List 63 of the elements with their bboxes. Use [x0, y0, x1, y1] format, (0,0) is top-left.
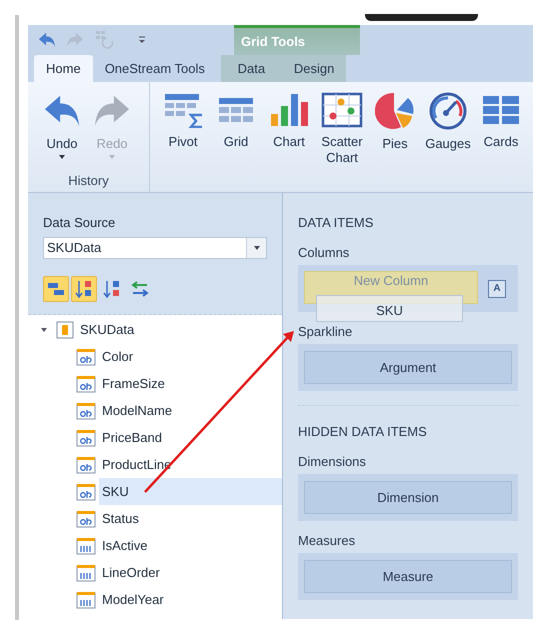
text-field-icon: [76, 374, 96, 392]
tree-item[interactable]: FrameSize: [99, 370, 282, 397]
ribbon-button[interactable]: Chart: [264, 92, 314, 166]
data-item-slot[interactable]: Dimension: [304, 481, 512, 514]
scatter-chart-icon: [321, 92, 363, 128]
text-field-icon: [76, 456, 96, 474]
gauge-icon: [428, 92, 468, 130]
tree-item[interactable]: LineOrder: [99, 559, 282, 586]
text-field-icon: [76, 482, 96, 500]
data-source-dropdown[interactable]: SKUData: [43, 236, 267, 258]
toolbar-toggle[interactable]: [71, 276, 97, 302]
text-field-icon: [76, 428, 96, 446]
dropdown-icon[interactable]: [138, 35, 146, 45]
undo-icon[interactable]: [38, 31, 56, 49]
number-field-icon: [76, 564, 96, 582]
drag-ghost: SKU: [316, 295, 463, 322]
text-field-icon: [76, 510, 96, 528]
ribbon-tab[interactable]: Design: [282, 55, 346, 82]
field-label: Data Source: [43, 214, 116, 232]
number-field-icon: [76, 590, 96, 608]
tree-item[interactable]: IsActive: [99, 532, 282, 559]
tree-item[interactable]: Color: [99, 343, 282, 370]
tree-item[interactable]: ModelName: [99, 397, 282, 424]
ribbon-button[interactable]: Undo: [40, 92, 84, 160]
group-label: History: [67, 172, 110, 190]
ribbon-button[interactable]: Pies: [370, 92, 420, 166]
tree-item[interactable]: ModelYear: [99, 586, 282, 613]
ribbon-button[interactable]: Gauges: [423, 92, 473, 166]
dropdown-icon: [254, 246, 260, 250]
group-label: Sparkline: [298, 323, 352, 340]
text-field-icon: [76, 348, 96, 366]
data-item-slot[interactable]: Measure: [304, 560, 512, 593]
sort-ascending-icon: [74, 278, 94, 298]
ribbon-button[interactable]: Grid: [211, 92, 261, 166]
ribbon-tab[interactable]: OneStream Tools: [92, 55, 217, 82]
bar-chart-icon: [269, 92, 309, 128]
expand-icon[interactable]: [40, 326, 48, 334]
swap-icon: [130, 278, 150, 298]
tree-item[interactable]: PriceBand: [99, 424, 282, 451]
group-label: Columns: [298, 244, 350, 261]
number-field-icon: [76, 536, 96, 554]
ribbon-button[interactable]: Scatter Chart: [317, 92, 367, 166]
text-field-icon: [76, 402, 96, 420]
context-group-title: Grid Tools: [241, 33, 306, 51]
ribbon-button[interactable]: Pivot: [158, 92, 208, 166]
type-toggle[interactable]: A: [488, 280, 506, 298]
tree-item[interactable]: ProductLine: [99, 451, 282, 478]
sort-descending-icon: [102, 278, 122, 298]
ribbon-tab[interactable]: Data: [220, 55, 282, 82]
group-label: Dimensions: [298, 453, 366, 470]
pivot-table-icon: [163, 92, 203, 128]
toolbar-toggle[interactable]: [43, 276, 69, 302]
tree-item[interactable]: SKU: [99, 478, 282, 505]
ribbon-button[interactable]: Cards: [476, 92, 526, 166]
data-source-icon: [56, 320, 74, 338]
tree-item[interactable]: SKUData: [77, 316, 282, 343]
pie-chart-icon: [375, 92, 415, 130]
data-item-slot[interactable]: Argument: [304, 351, 512, 384]
group-label: Measures: [298, 532, 356, 549]
section-heading: DATA ITEMS: [298, 214, 374, 232]
ribbon-tab[interactable]: Home: [34, 55, 93, 82]
section-heading: HIDDEN DATA ITEMS: [298, 423, 427, 441]
tree-item[interactable]: Status: [99, 505, 282, 532]
